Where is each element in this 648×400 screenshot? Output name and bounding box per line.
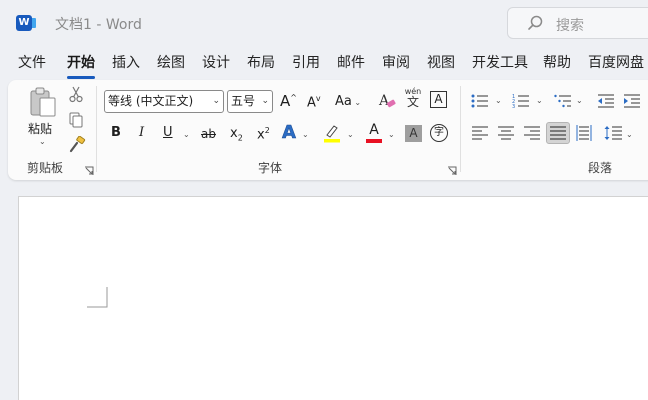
align-left-icon[interactable] xyxy=(472,126,488,140)
tab-4[interactable]: 设计 xyxy=(202,54,230,74)
search-box[interactable]: 搜索 xyxy=(507,7,648,39)
chevron-down-icon: ⌄ xyxy=(261,96,269,106)
clipboard-group-label: 剪贴板 xyxy=(27,161,64,175)
tab-0[interactable]: 文件 xyxy=(18,54,46,74)
line-spacing-dropdown-icon[interactable]: ⌄ xyxy=(626,130,633,139)
align-center-icon[interactable] xyxy=(498,126,514,140)
font-color-swatch xyxy=(366,139,382,143)
grow-font-icon: A xyxy=(280,92,291,110)
font-size-select[interactable]: 五号 ⌄ xyxy=(227,90,273,113)
tab-5[interactable]: 布局 xyxy=(247,54,275,74)
subscript-button[interactable]: x2 xyxy=(230,126,243,143)
svg-text:A: A xyxy=(378,93,390,109)
text-effects-button[interactable]: A xyxy=(282,122,296,144)
svg-text:3: 3 xyxy=(512,104,515,109)
highlight-color-icon[interactable] xyxy=(323,123,341,143)
tab-9[interactable]: 视图 xyxy=(427,54,455,74)
paste-icon[interactable] xyxy=(28,86,58,118)
superscript-label: x xyxy=(257,127,265,143)
paste-dropdown-icon[interactable]: ⌄ xyxy=(39,137,46,146)
word-app-icon: W xyxy=(16,15,36,31)
ribbon-home: 粘贴 ⌄ 剪贴板 等线 (中文正文) ⌄ 五号 ⌄ A^ Av Aa ⌄ A w… xyxy=(8,80,648,180)
font-size-value: 五号 xyxy=(231,94,256,108)
tab-2[interactable]: 插入 xyxy=(112,54,140,74)
underline-label: U xyxy=(163,125,173,140)
tab-12[interactable]: 百度网盘 xyxy=(588,54,644,74)
paragraph-group-label: 段落 xyxy=(588,161,613,175)
multilevel-dropdown-icon[interactable]: ⌄ xyxy=(576,96,583,105)
tab-1[interactable]: 开始 xyxy=(67,54,95,79)
line-spacing-icon[interactable] xyxy=(604,125,622,141)
font-group-label: 字体 xyxy=(258,161,283,175)
character-border-button[interactable]: A xyxy=(430,91,447,108)
bold-button[interactable]: B xyxy=(111,125,121,140)
group-separator xyxy=(460,86,461,172)
font-name-value: 等线 (中文正文) xyxy=(108,94,194,108)
format-painter-icon[interactable] xyxy=(68,136,86,154)
bullets-dropdown-icon[interactable]: ⌄ xyxy=(495,96,502,105)
paste-button[interactable]: 粘贴 xyxy=(28,120,52,137)
numbering-icon[interactable]: 123 xyxy=(512,93,530,109)
tab-7[interactable]: 邮件 xyxy=(337,54,365,74)
tab-6[interactable]: 引用 xyxy=(292,54,320,74)
underline-dropdown-icon[interactable]: ⌄ xyxy=(183,130,190,139)
distributed-icon[interactable] xyxy=(576,125,592,141)
shrink-font-button[interactable]: Av xyxy=(307,94,321,110)
decrease-indent-icon[interactable] xyxy=(597,93,615,109)
shrink-font-icon: A xyxy=(307,95,316,111)
phonetic-guide-button[interactable]: wén 文 xyxy=(404,88,422,109)
tab-8[interactable]: 审阅 xyxy=(382,54,410,74)
clear-formatting-icon[interactable]: A xyxy=(378,91,396,109)
justify-button[interactable] xyxy=(546,122,570,144)
phonetic-guide-char: 文 xyxy=(406,95,419,109)
font-name-select[interactable]: 等线 (中文正文) ⌄ xyxy=(104,90,224,113)
justify-icon xyxy=(550,126,566,140)
tab-10[interactable]: 开发工具 xyxy=(472,54,528,74)
bullets-icon[interactable] xyxy=(471,93,489,109)
font-color-button[interactable]: A xyxy=(366,123,382,143)
change-case-icon: Aa xyxy=(335,94,352,109)
document-page[interactable] xyxy=(18,196,648,400)
subscript-label: x xyxy=(230,126,238,141)
text-effects-dropdown-icon[interactable]: ⌄ xyxy=(302,130,309,139)
copy-icon[interactable] xyxy=(68,111,84,129)
margin-corner-mark xyxy=(87,287,108,308)
underline-button[interactable]: U xyxy=(163,125,173,140)
search-placeholder: 搜索 xyxy=(556,18,584,34)
italic-button[interactable]: I xyxy=(139,125,144,140)
font-launcher-icon[interactable] xyxy=(447,166,457,176)
increase-indent-icon[interactable] xyxy=(623,93,641,109)
font-color-dropdown-icon[interactable]: ⌄ xyxy=(388,130,395,139)
multilevel-list-icon[interactable] xyxy=(554,93,572,109)
align-right-icon[interactable] xyxy=(524,126,540,140)
change-case-button[interactable]: Aa ⌄ xyxy=(335,94,361,109)
group-separator xyxy=(96,86,97,172)
strikethrough-button[interactable]: ab xyxy=(201,127,216,141)
enclose-characters-button[interactable]: 字 xyxy=(430,124,448,142)
font-color-icon: A xyxy=(369,122,379,138)
tab-3[interactable]: 绘图 xyxy=(157,54,185,74)
grow-font-button[interactable]: A^ xyxy=(280,92,297,110)
numbering-dropdown-icon[interactable]: ⌄ xyxy=(536,96,543,105)
tab-11[interactable]: 帮助 xyxy=(543,54,571,74)
superscript-button[interactable]: x2 xyxy=(257,126,270,142)
chevron-down-icon: ⌄ xyxy=(212,96,220,106)
highlight-dropdown-icon[interactable]: ⌄ xyxy=(347,130,354,139)
character-shading-button[interactable]: A xyxy=(405,125,422,142)
cut-icon[interactable] xyxy=(68,85,84,103)
clipboard-launcher-icon[interactable] xyxy=(84,166,94,176)
search-icon xyxy=(528,15,543,30)
document-title: 文档1 - Word xyxy=(55,17,142,33)
